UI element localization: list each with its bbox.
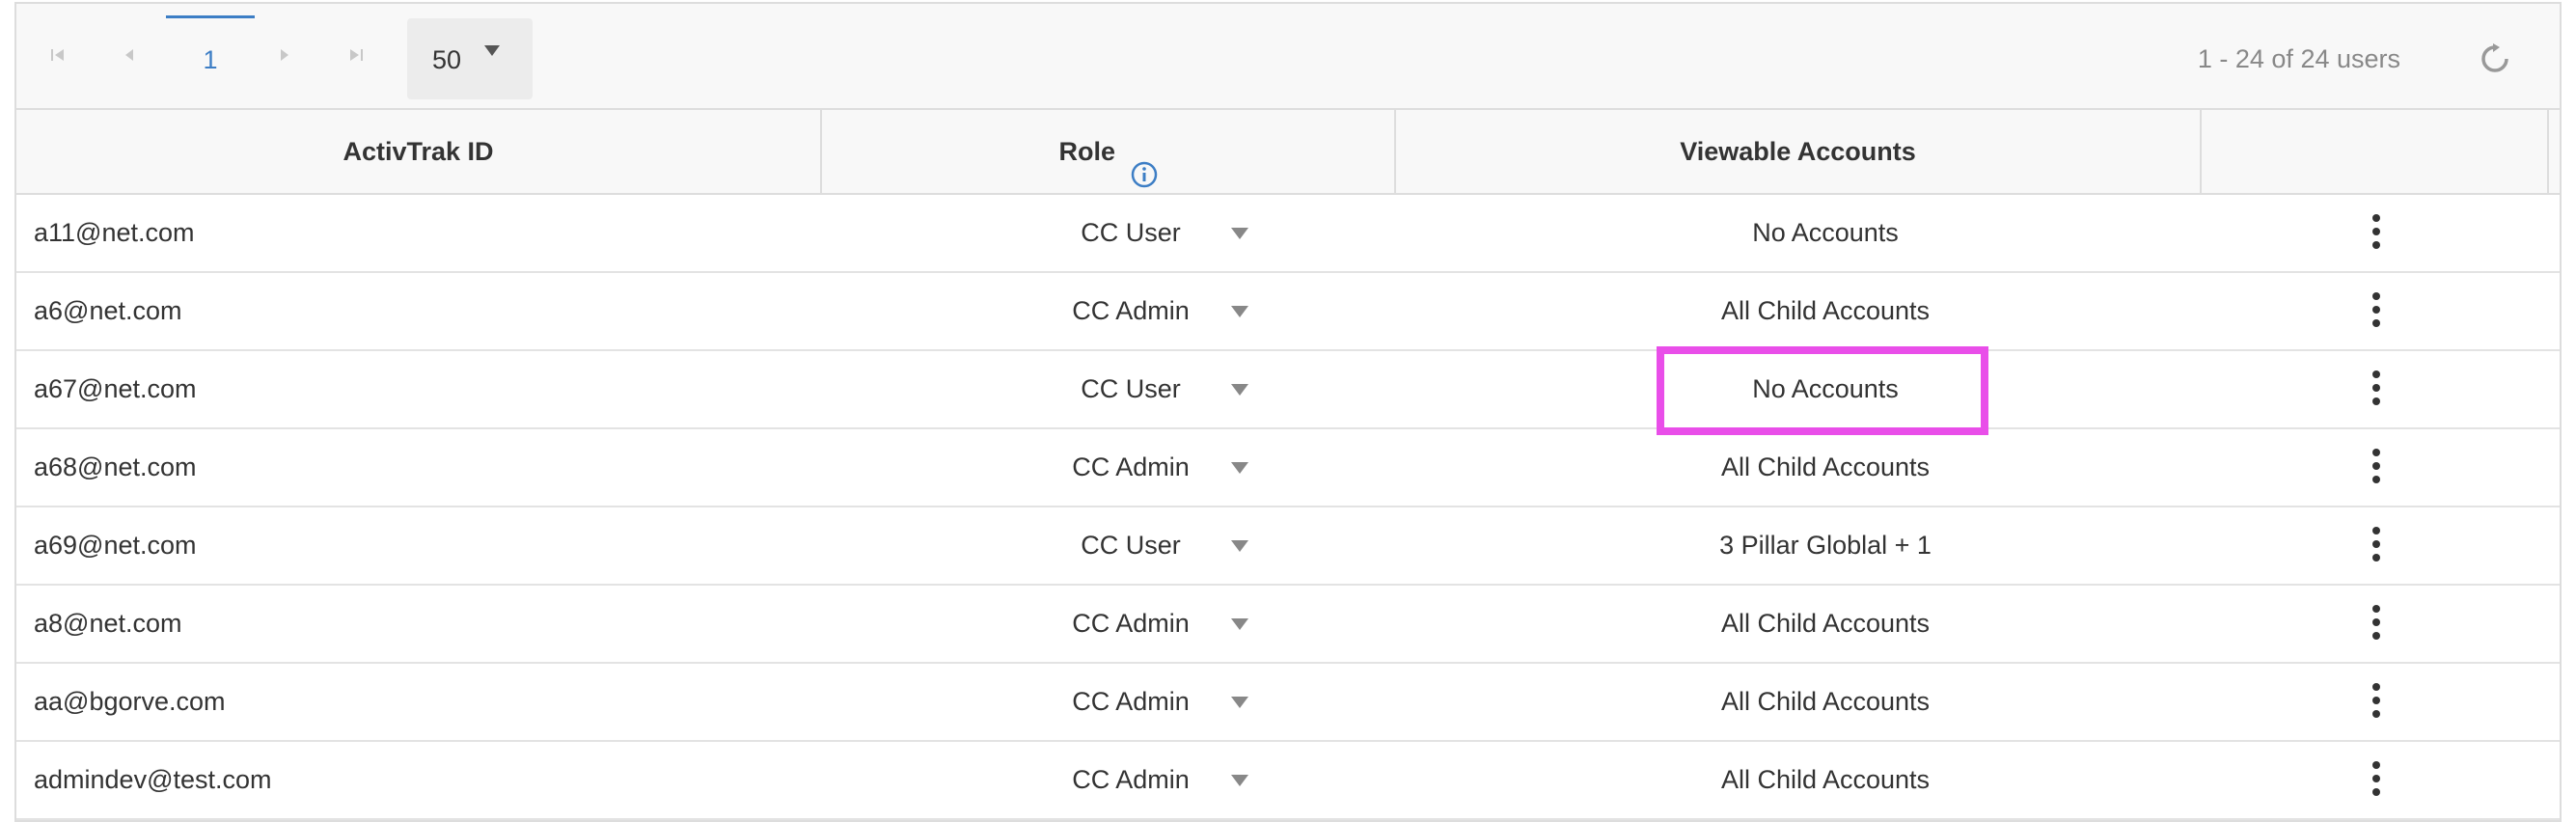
activtrak-id-cell: admindev@test.com xyxy=(34,765,272,794)
table-row: a67@net.com CC User No Accounts xyxy=(16,351,2560,429)
more-options-icon[interactable] xyxy=(2372,214,2382,253)
viewable-accounts-cell[interactable]: 3 Pillar Globlal + 1 xyxy=(1560,507,2091,584)
caret-down-icon[interactable] xyxy=(1231,462,1248,474)
caret-down-icon[interactable] xyxy=(1231,618,1248,630)
record-count: 1 - 24 of 24 users xyxy=(2197,44,2400,73)
last-page-icon[interactable] xyxy=(342,41,370,69)
refresh-icon[interactable] xyxy=(2479,42,2511,75)
table-row: a69@net.com CC User 3 Pillar Globlal + 1 xyxy=(16,507,2560,586)
page-size-select[interactable]: 50 xyxy=(407,18,533,99)
caret-down-icon[interactable] xyxy=(1231,540,1248,552)
users-grid-panel: 1 50 1 - 24 of 24 users ActivTrak ID Rol… xyxy=(14,2,2562,822)
pager-bar: 1 50 1 - 24 of 24 users xyxy=(16,4,2560,110)
activtrak-id-cell: a6@net.com xyxy=(34,296,182,325)
activtrak-id-cell: aa@bgorve.com xyxy=(34,687,226,716)
activtrak-id-cell: a69@net.com xyxy=(34,531,197,560)
table-row: a11@net.com CC User No Accounts xyxy=(16,195,2560,273)
more-options-icon[interactable] xyxy=(2372,605,2382,644)
current-page-number[interactable]: 1 xyxy=(166,15,255,104)
table-row: aa@bgorve.com CC Admin All Child Account… xyxy=(16,664,2560,742)
activtrak-id-cell: a8@net.com xyxy=(34,609,182,638)
more-options-icon[interactable] xyxy=(2372,449,2382,487)
caret-down-icon[interactable] xyxy=(1231,775,1248,786)
column-header-viewable-accounts[interactable]: Viewable Accounts xyxy=(1396,110,2202,193)
caret-down-icon[interactable] xyxy=(1231,384,1248,396)
viewable-accounts-cell[interactable]: No Accounts xyxy=(1560,195,2091,271)
caret-down-icon[interactable] xyxy=(1231,306,1248,317)
column-header-role[interactable]: Role xyxy=(822,110,1396,193)
table-row: a6@net.com CC Admin All Child Accounts xyxy=(16,273,2560,351)
more-options-icon[interactable] xyxy=(2372,292,2382,331)
caret-down-icon[interactable] xyxy=(1231,697,1248,708)
table-row: a68@net.com CC Admin All Child Accounts xyxy=(16,429,2560,507)
more-options-icon[interactable] xyxy=(2372,527,2382,565)
more-options-icon[interactable] xyxy=(2372,370,2382,409)
table-row: admindev@test.com CC Admin All Child Acc… xyxy=(16,742,2560,820)
activtrak-id-cell: a11@net.com xyxy=(34,218,195,247)
viewable-accounts-cell[interactable]: All Child Accounts xyxy=(1560,429,2091,506)
more-options-icon[interactable] xyxy=(2372,683,2382,722)
prev-page-icon[interactable] xyxy=(116,41,145,69)
viewable-accounts-cell[interactable]: All Child Accounts xyxy=(1560,586,2091,662)
info-icon[interactable] xyxy=(1131,138,1158,188)
activtrak-id-cell: a68@net.com xyxy=(34,452,197,481)
viewable-accounts-cell[interactable]: All Child Accounts xyxy=(1560,664,2091,740)
caret-down-icon[interactable] xyxy=(1231,228,1248,239)
page-size-value: 50 xyxy=(432,45,462,74)
column-header-actions xyxy=(2202,110,2549,193)
table-body: a11@net.com CC User No Accounts a6@net.c… xyxy=(16,195,2560,820)
first-page-icon[interactable] xyxy=(43,41,72,69)
table-row: a8@net.com CC Admin All Child Accounts xyxy=(16,586,2560,664)
more-options-icon[interactable] xyxy=(2372,761,2382,800)
next-page-icon[interactable] xyxy=(269,41,298,69)
viewable-accounts-cell[interactable]: No Accounts xyxy=(1560,351,2091,427)
table-header: ActivTrak ID Role Viewable Accounts xyxy=(16,110,2560,195)
viewable-accounts-cell[interactable]: All Child Accounts xyxy=(1560,742,2091,818)
viewable-accounts-cell[interactable]: All Child Accounts xyxy=(1560,273,2091,349)
column-header-role-label: Role xyxy=(1058,137,1115,166)
column-header-activtrak-id[interactable]: ActivTrak ID xyxy=(16,110,822,193)
activtrak-id-cell: a67@net.com xyxy=(34,374,197,403)
caret-down-icon xyxy=(484,45,500,56)
